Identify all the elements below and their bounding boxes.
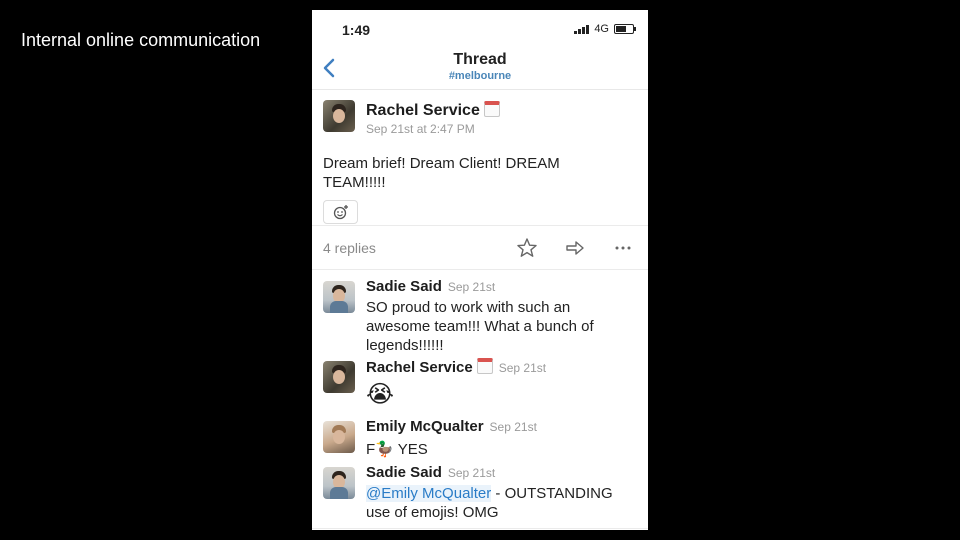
reply-text-prefix: F xyxy=(366,441,376,458)
replies-count: 4 replies xyxy=(323,240,376,256)
reply-header: Sadie Said Sep 21st xyxy=(366,464,495,482)
network-label: 4G xyxy=(594,23,609,35)
avatar[interactable] xyxy=(323,467,355,499)
status-time: 1:49 xyxy=(342,22,371,38)
reply-author[interactable]: Emily McQualter xyxy=(366,418,484,435)
status-indicators: 4G xyxy=(574,23,636,35)
calendar-icon xyxy=(483,101,500,117)
thread-actions: 4 replies xyxy=(312,226,648,270)
add-reaction-button[interactable] xyxy=(323,200,358,224)
channel-link[interactable]: #melbourne xyxy=(312,70,648,82)
reply-text: F🦆 YES xyxy=(366,440,636,459)
reply-text: SO proud to work with such an awesome te… xyxy=(366,299,594,354)
reply-timestamp: Sep 21st xyxy=(489,420,537,434)
author-name: Rachel Service xyxy=(366,102,480,119)
reply-text: @Emily McQualter - OUTSTANDING use of em… xyxy=(366,484,636,522)
more-icon[interactable] xyxy=(612,237,634,259)
thread-header: Thread #melbourne xyxy=(312,50,648,90)
user-mention[interactable]: @Emily McQualter xyxy=(366,485,492,502)
reply-text-suffix: YES xyxy=(393,441,428,458)
avatar[interactable] xyxy=(323,281,355,313)
reply-header: Sadie Said Sep 21st xyxy=(366,278,495,296)
divider xyxy=(312,528,648,529)
avatar[interactable] xyxy=(323,421,355,453)
star-icon[interactable] xyxy=(516,237,538,259)
slide-caption: Internal online communication xyxy=(21,30,261,50)
reply-author[interactable]: Sadie Said xyxy=(366,464,442,481)
add-reaction-icon xyxy=(333,205,348,220)
page-title: Thread xyxy=(453,51,507,68)
message-timestamp: Sep 21st at 2:47 PM xyxy=(366,122,475,136)
status-bar: 1:49 4G xyxy=(312,10,648,50)
divider xyxy=(312,269,648,270)
reply-timestamp: Sep 21st xyxy=(498,361,547,375)
message-author[interactable]: Rachel Service xyxy=(366,101,500,120)
avatar[interactable] xyxy=(323,361,355,393)
reply-author[interactable]: Sadie Said xyxy=(366,278,442,295)
message-text: Dream brief! Dream Client! DREAM TEAM!!!… xyxy=(323,155,560,191)
reply-header: Emily McQualter Sep 21st xyxy=(366,418,537,436)
reply-timestamp: Sep 21st xyxy=(447,466,496,480)
reply-author[interactable]: Rachel Service xyxy=(366,359,473,376)
crying-emoji-icon: 😭 xyxy=(366,380,395,408)
avatar[interactable] xyxy=(323,100,355,132)
duck-emoji-icon: 🦆 xyxy=(375,440,394,458)
phone-screen: 1:49 4G Thread #melbourne Rachel Service… xyxy=(312,10,648,530)
calendar-icon xyxy=(476,358,493,374)
reply-timestamp: Sep 21st xyxy=(447,280,496,294)
battery-icon xyxy=(614,24,636,34)
signal-icon xyxy=(574,24,590,34)
share-icon[interactable] xyxy=(564,237,586,259)
reply-header: Rachel Service Sep 21st xyxy=(366,358,546,377)
